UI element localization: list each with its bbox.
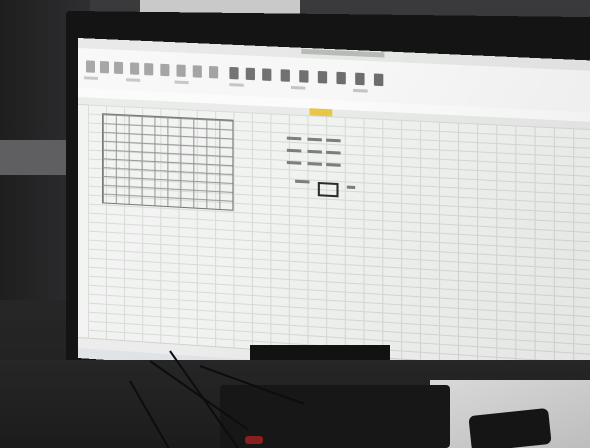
red-led-light bbox=[245, 436, 263, 444]
photo bbox=[0, 0, 590, 448]
monitor-screen bbox=[78, 38, 590, 394]
screen-glare bbox=[78, 38, 590, 394]
smartphone bbox=[468, 407, 552, 448]
